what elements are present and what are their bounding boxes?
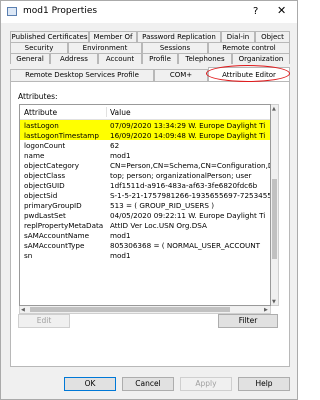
attribute-value: mod1 bbox=[110, 151, 131, 160]
attribute-row[interactable]: lastLogonTimestamp 16/09/2020 14:09:48 W.… bbox=[20, 130, 270, 140]
scroll-right-icon[interactable]: ▶ bbox=[264, 307, 268, 313]
ok-button[interactable]: OK bbox=[64, 377, 116, 391]
attribute-name: lastLogonTimestamp bbox=[24, 131, 99, 140]
attribute-name: sAMAccountName bbox=[24, 231, 90, 240]
window-icon bbox=[7, 7, 17, 16]
title-bar: mod1 Properties ? ✕ bbox=[1, 1, 297, 23]
attribute-name: pwdLastSet bbox=[24, 211, 66, 220]
attribute-name: objectGUID bbox=[24, 181, 65, 190]
tab-profile[interactable]: Profile bbox=[142, 53, 178, 64]
attribute-value: 07/09/2020 13:34:29 W. Europe Daylight T… bbox=[110, 121, 266, 130]
vertical-scroll-thumb[interactable] bbox=[272, 179, 277, 259]
attribute-row[interactable]: logonCount 62 bbox=[20, 140, 270, 150]
attribute-value: mod1 bbox=[110, 231, 131, 240]
attribute-value: 04/05/2020 09:22:11 W. Europe Daylight T… bbox=[110, 211, 266, 220]
window-title: mod1 Properties bbox=[23, 6, 98, 16]
tab-security[interactable]: Security bbox=[10, 42, 68, 53]
tab-general[interactable]: General bbox=[10, 53, 50, 64]
attribute-value: 1df1511d-a916-483a-af63-3fe6820fdc6b bbox=[110, 181, 258, 190]
attribute-row[interactable]: name mod1 bbox=[20, 150, 270, 160]
attribute-value: S-1-5-21-1757981266-1935655697-7253455 bbox=[110, 191, 270, 200]
tab-dial-in[interactable]: Dial-in bbox=[221, 31, 255, 42]
attribute-name: lastLogon bbox=[24, 121, 59, 130]
attribute-value: 16/09/2020 14:09:48 W. Europe Daylight T… bbox=[110, 131, 266, 140]
attribute-value: 62 bbox=[110, 141, 120, 150]
properties-dialog: mod1 Properties ? ✕ Published Certificat… bbox=[0, 0, 298, 400]
vertical-scrollbar[interactable]: ▲ ▼ bbox=[271, 104, 279, 306]
attribute-value: 513 = ( GROUP_RID_USERS ) bbox=[110, 201, 215, 210]
attribute-name: objectClass bbox=[24, 171, 66, 180]
attribute-row[interactable]: sn mod1 bbox=[20, 250, 270, 260]
attribute-value: AttID Ver Loc.USN Org.DSA bbox=[110, 221, 207, 230]
attribute-name: sn bbox=[24, 251, 33, 260]
scroll-left-icon[interactable]: ◀ bbox=[21, 307, 25, 313]
attribute-name: primaryGroupID bbox=[24, 201, 82, 210]
help-button[interactable]: Help bbox=[238, 377, 290, 391]
attributes-label: Attributes: bbox=[18, 92, 58, 101]
horizontal-scrollbar[interactable]: ◀ ▶ bbox=[19, 306, 271, 314]
list-header: Attribute Value bbox=[20, 105, 270, 120]
attributes-list[interactable]: Attribute Value lastLogon 07/09/2020 13:3… bbox=[19, 104, 271, 306]
attribute-row[interactable]: pwdLastSet 04/05/2020 09:22:11 W. Europe … bbox=[20, 210, 270, 220]
cancel-button[interactable]: Cancel bbox=[122, 377, 174, 391]
column-separator[interactable] bbox=[106, 107, 107, 117]
attribute-value: CN=Person,CN=Schema,CN=Configuration,D bbox=[110, 161, 270, 170]
tab-account[interactable]: Account bbox=[98, 53, 142, 64]
tab-object[interactable]: Object bbox=[255, 31, 290, 42]
tab-remote-desktop-services-profile[interactable]: Remote Desktop Services Profile bbox=[10, 69, 154, 81]
attribute-name: sAMAccountType bbox=[24, 241, 85, 250]
tab-organization[interactable]: Organization bbox=[232, 53, 290, 64]
attribute-row[interactable]: objectSid S-1-5-21-1757981266-1935655697-… bbox=[20, 190, 270, 200]
attribute-row[interactable]: sAMAccountName mod1 bbox=[20, 230, 270, 240]
attribute-value: top; person; organizationalPerson; user bbox=[110, 171, 252, 180]
attribute-value: mod1 bbox=[110, 251, 131, 260]
horizontal-scroll-thumb[interactable] bbox=[30, 307, 230, 312]
attribute-name: objectCategory bbox=[24, 161, 79, 170]
close-icon[interactable]: ✕ bbox=[277, 4, 286, 17]
attribute-row[interactable]: objectCategory CN=Person,CN=Schema,CN=Con… bbox=[20, 160, 270, 170]
scroll-up-icon[interactable]: ▲ bbox=[272, 106, 276, 112]
tab-telephones[interactable]: Telephones bbox=[178, 53, 232, 64]
attribute-row[interactable]: primaryGroupID 513 = ( GROUP_RID_USERS ) bbox=[20, 200, 270, 210]
attribute-row[interactable]: objectGUID 1df1511d-a916-483a-af63-3fe682… bbox=[20, 180, 270, 190]
attribute-row[interactable]: objectClass top; person; organizationalPe… bbox=[20, 170, 270, 180]
attribute-name: objectSid bbox=[24, 191, 58, 200]
tab-sessions[interactable]: Sessions bbox=[142, 42, 208, 53]
attribute-row[interactable]: replPropertyMetaData AttID Ver Loc.USN Or… bbox=[20, 220, 270, 230]
tab-attribute-editor[interactable]: Attribute Editor bbox=[208, 67, 290, 82]
apply-button[interactable]: Apply bbox=[180, 377, 232, 391]
edit-button[interactable]: Edit bbox=[18, 314, 70, 328]
attribute-row[interactable]: sAMAccountType 805306368 = ( NORMAL_USER_… bbox=[20, 240, 270, 250]
attribute-name: logonCount bbox=[24, 141, 66, 150]
tab-remote-control[interactable]: Remote control bbox=[208, 42, 290, 53]
scroll-down-icon[interactable]: ▼ bbox=[272, 299, 276, 305]
tab-member-of[interactable]: Member Of bbox=[89, 31, 137, 42]
column-header-attribute[interactable]: Attribute bbox=[24, 108, 57, 117]
column-header-value[interactable]: Value bbox=[110, 108, 131, 117]
attribute-name: name bbox=[24, 151, 45, 160]
filter-button[interactable]: Filter bbox=[218, 314, 278, 328]
tab-com-plus[interactable]: COM+ bbox=[154, 69, 208, 81]
attribute-name: replPropertyMetaData bbox=[24, 221, 104, 230]
tab-password-replication[interactable]: Password Replication bbox=[137, 31, 221, 42]
attribute-value: 805306368 = ( NORMAL_USER_ACCOUNT bbox=[110, 241, 261, 250]
tab-address[interactable]: Address bbox=[50, 53, 98, 64]
attribute-row[interactable]: lastLogon 07/09/2020 13:34:29 W. Europe D… bbox=[20, 120, 270, 130]
tab-environment[interactable]: Environment bbox=[68, 42, 142, 53]
tab-published-certificates[interactable]: Published Certificates bbox=[10, 31, 89, 42]
help-title-button[interactable]: ? bbox=[253, 6, 258, 17]
